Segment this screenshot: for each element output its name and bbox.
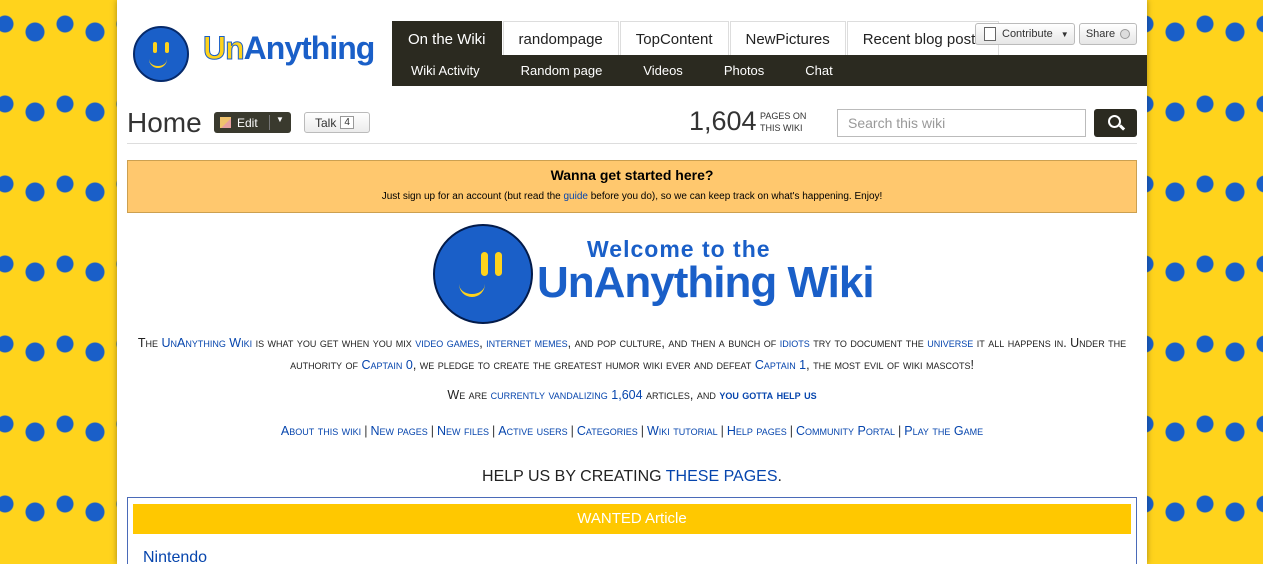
- new-files-link[interactable]: New files: [437, 424, 489, 438]
- universe-link[interactable]: universe: [927, 336, 973, 350]
- tab-randompage[interactable]: randompage: [502, 21, 619, 55]
- new-pages-link[interactable]: New pages: [370, 424, 427, 438]
- pages-count: 1,604: [689, 106, 757, 136]
- about-this-wiki-link[interactable]: About this wiki: [281, 424, 361, 438]
- pencil-icon: [220, 117, 231, 128]
- quick-links: About this wiki | New pages | New files | Acti…: [280, 424, 984, 438]
- contribute-label: Contribute: [1002, 28, 1053, 40]
- chevron-down-icon: ▼: [1060, 29, 1069, 39]
- getting-started-notice: Wanna get started here? Just sign up for…: [127, 160, 1137, 213]
- subnav-photos[interactable]: Photos: [705, 63, 786, 78]
- smiley-logo-icon: [133, 26, 189, 82]
- wiki-page: UnAnything On the Wiki randompage TopCon…: [117, 0, 1147, 564]
- tab-newpictures[interactable]: NewPictures: [729, 21, 846, 55]
- talk-count-badge: 4: [340, 116, 354, 129]
- tab-topcontent[interactable]: TopContent: [619, 21, 729, 55]
- share-button[interactable]: Share: [1079, 23, 1137, 45]
- pages-count-label: PAGES ON THIS WIKI: [760, 111, 807, 133]
- top-navigation: On the Wiki randompage TopContent NewPic…: [392, 21, 1000, 55]
- subnav-wiki-activity[interactable]: Wiki Activity: [392, 63, 502, 78]
- video-games-link[interactable]: video games: [415, 336, 479, 350]
- title-divider: [127, 143, 1137, 144]
- wanted-article-header: WANTED Article: [133, 504, 1131, 534]
- welcome-wiki-name: UnAnything Wiki: [537, 258, 875, 307]
- tab-on-the-wiki[interactable]: On the Wiki: [392, 21, 502, 55]
- document-icon: [984, 27, 996, 41]
- share-icon: [1120, 29, 1131, 39]
- chevron-down-icon[interactable]: ▼: [276, 115, 284, 124]
- talk-button[interactable]: Talk 4: [304, 112, 370, 133]
- help-us-link[interactable]: you gotta help us: [719, 388, 816, 402]
- categories-link[interactable]: Categories: [577, 424, 638, 438]
- community-portal-link[interactable]: Community Portal: [796, 424, 895, 438]
- vandalizing-count-link[interactable]: currently vandalizing 1,604: [491, 388, 643, 402]
- talk-label: Talk: [315, 115, 337, 130]
- subnav-random-page[interactable]: Random page: [502, 63, 625, 78]
- subnav-videos[interactable]: Videos: [624, 63, 705, 78]
- search-input[interactable]: [837, 109, 1086, 137]
- edit-label: Edit: [237, 115, 258, 130]
- sub-navigation: Wiki Activity Random page Videos Photos …: [392, 55, 1147, 86]
- internet-memes-link[interactable]: internet memes: [486, 336, 567, 350]
- unanything-wiki-link[interactable]: UnAnything Wiki: [161, 336, 252, 350]
- notice-title: Wanna get started here?: [550, 167, 714, 183]
- active-users-link[interactable]: Active users: [498, 424, 567, 438]
- captain-0-link[interactable]: Captain 0: [362, 358, 413, 372]
- play-the-game-link[interactable]: Play the Game: [904, 424, 983, 438]
- wanted-article-box: WANTED Article Nintendo: [127, 497, 1137, 564]
- help-creating-heading: HELP US BY CREATING THESE PAGES.: [482, 468, 782, 485]
- help-pages-link[interactable]: Help pages: [727, 424, 787, 438]
- share-label: Share: [1085, 28, 1116, 40]
- subnav-chat[interactable]: Chat: [786, 63, 854, 78]
- welcome-smiley-icon: [433, 224, 533, 324]
- contribute-button[interactable]: Contribute ▼: [975, 23, 1075, 45]
- guide-link[interactable]: guide: [564, 191, 588, 202]
- article-counter-line: We are currently vandalizing 1,604 artic…: [447, 388, 817, 402]
- wiki-tutorial-link[interactable]: Wiki tutorial: [647, 424, 718, 438]
- intro-paragraph: The UnAnything Wiki is what you get when…: [137, 336, 1127, 372]
- these-pages-link[interactable]: THESE PAGES: [666, 468, 778, 485]
- page-title: Home: [127, 107, 202, 138]
- wanted-article-link[interactable]: Nintendo: [143, 549, 207, 564]
- logo-wordmark: UnAnything: [203, 30, 376, 67]
- edit-button[interactable]: Edit ▼: [214, 112, 291, 133]
- search-button[interactable]: [1094, 109, 1137, 137]
- captain-1-link[interactable]: Captain 1: [755, 358, 806, 372]
- idiots-link[interactable]: idiots: [780, 336, 810, 350]
- notice-text: Just sign up for an account (but read th…: [381, 191, 883, 202]
- wiki-logo[interactable]: UnAnything: [133, 26, 375, 82]
